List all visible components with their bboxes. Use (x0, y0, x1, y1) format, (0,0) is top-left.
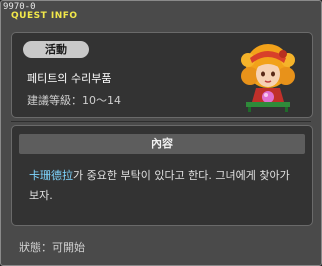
level-range: 10～14 (82, 94, 121, 107)
npc-table (246, 102, 290, 107)
section-divider (11, 121, 311, 122)
recommended-level: 建議等級：10～14 (27, 94, 121, 107)
npc-crystal-ball (262, 91, 274, 103)
npc-portrait-icon (241, 44, 295, 112)
quest-content-panel: 內容 卡珊德拉가 중요한 부탁이 있다고 한다. 그녀에게 찾아가 보자. (11, 125, 313, 226)
quest-summary-panel: 活動 페티트의 수리부품 建議等級：10～14 (11, 32, 313, 118)
quest-name: 페티트의 수리부품 (27, 72, 112, 85)
npc-name-link[interactable]: 卡珊德拉 (29, 169, 73, 182)
quest-status: 狀態：可開始 (19, 241, 85, 254)
window-title: QUEST INFO (11, 11, 78, 21)
level-label: 建議等級 (27, 94, 71, 107)
quest-description: 卡珊德拉가 중요한 부탁이 있다고 한다. 그녀에게 찾아가 보자. (29, 166, 301, 206)
content-header: 內容 (19, 134, 305, 154)
status-value: 可開始 (52, 241, 85, 254)
quest-info-window: 9970-0 QUEST INFO 活動 페티트의 수리부품 建議等級：10～1… (0, 0, 322, 266)
category-badge: 活動 (23, 41, 89, 58)
status-label: 狀態 (19, 241, 41, 254)
